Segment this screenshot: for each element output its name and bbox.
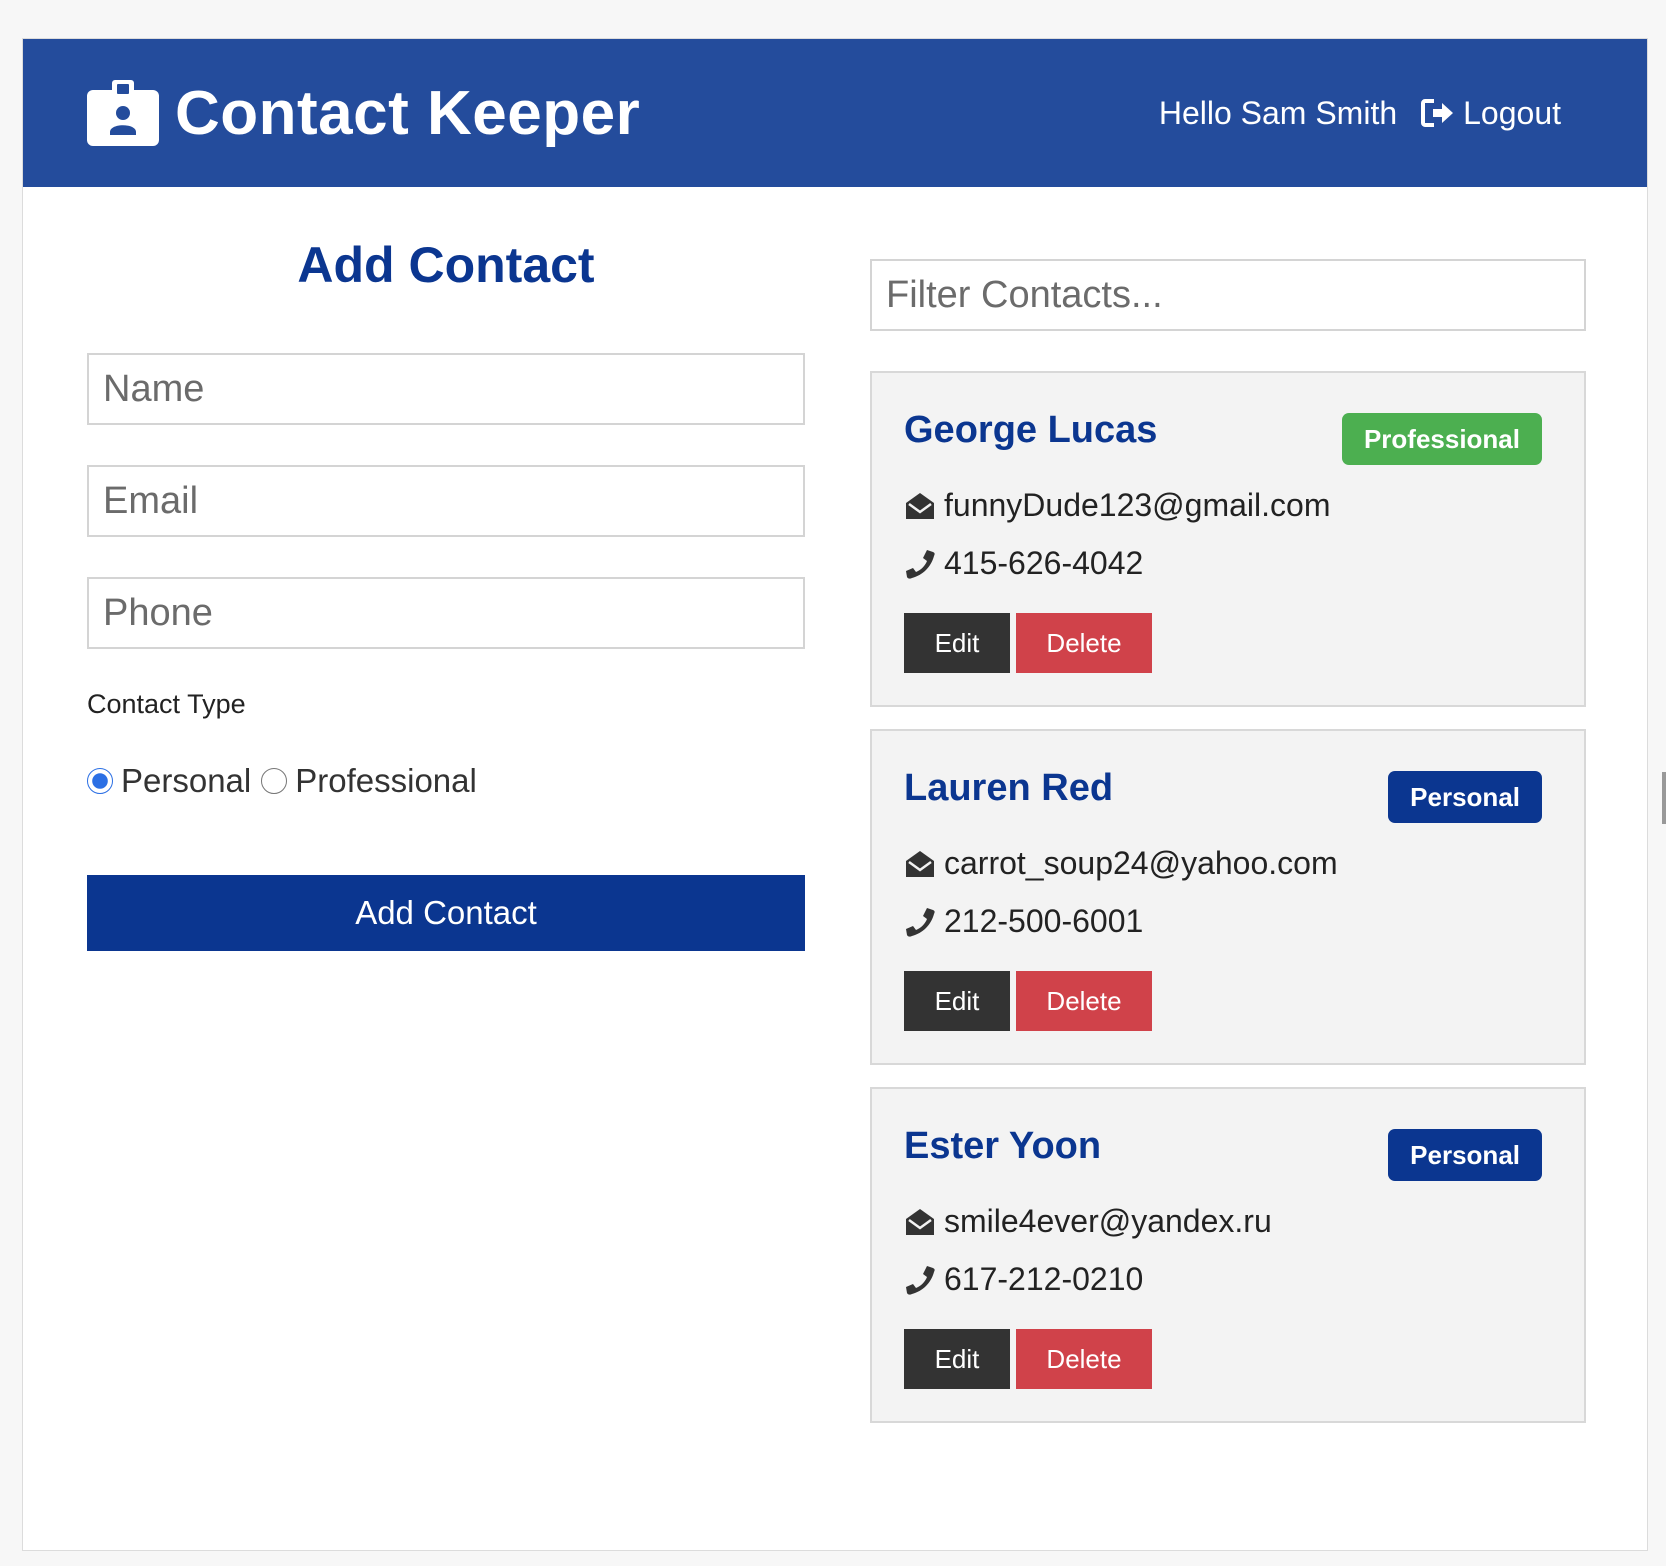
logout-label: Logout xyxy=(1463,94,1561,131)
name-input[interactable] xyxy=(87,353,805,425)
contact-card: Ester Yoon Personal smile4ever@yandex.ru… xyxy=(870,1087,1586,1423)
form-title: Add Contact xyxy=(297,237,595,293)
radio-personal[interactable] xyxy=(87,768,113,794)
edit-button[interactable]: Edit xyxy=(904,1329,1010,1389)
contact-email: funnyDude123@gmail.com xyxy=(944,487,1331,523)
contact-email-line: smile4ever@yandex.ru xyxy=(904,1203,1272,1240)
contacts-column: George Lucas Professional funnyDude123@g… xyxy=(870,259,1586,1445)
contact-phone-line: 212-500-6001 xyxy=(904,903,1143,940)
contact-name: Lauren Red xyxy=(904,767,1114,809)
logout-link[interactable]: Logout xyxy=(1421,95,1561,132)
sign-out-icon xyxy=(1421,99,1454,127)
email-input[interactable] xyxy=(87,465,805,537)
filter-input[interactable] xyxy=(870,259,1586,331)
contact-email: smile4ever@yandex.ru xyxy=(944,1203,1272,1239)
nav-links: Hello Sam Smith Logout xyxy=(1159,91,1561,135)
card-actions: Edit Delete xyxy=(904,613,1152,673)
contact-type-badge: Personal xyxy=(1388,771,1542,823)
card-actions: Edit Delete xyxy=(904,1329,1152,1389)
scrollbar-thumb[interactable] xyxy=(1662,772,1666,824)
add-contact-button[interactable]: Add Contact xyxy=(87,875,805,951)
radio-personal-label[interactable]: Personal xyxy=(121,762,251,800)
phone-icon xyxy=(906,907,935,937)
contact-card: Lauren Red Personal carrot_soup24@yahoo.… xyxy=(870,729,1586,1065)
contact-type-radios: Personal Professional xyxy=(87,757,805,805)
contact-phone: 212-500-6001 xyxy=(944,903,1144,939)
user-greeting: Hello Sam Smith xyxy=(1158,94,1398,131)
edit-button[interactable]: Edit xyxy=(904,613,1010,673)
card-actions: Edit Delete xyxy=(904,971,1152,1031)
contact-phone-line: 415-626-4042 xyxy=(904,545,1143,582)
edit-button[interactable]: Edit xyxy=(904,971,1010,1031)
contact-email-line: carrot_soup24@yahoo.com xyxy=(904,845,1338,882)
envelope-open-icon xyxy=(906,1208,934,1235)
delete-button[interactable]: Delete xyxy=(1016,971,1152,1031)
contact-type-label: Contact Type xyxy=(87,689,246,719)
app-window: Contact Keeper Hello Sam Smith Logout Ad… xyxy=(22,38,1648,1551)
brand[interactable]: Contact Keeper xyxy=(87,75,640,151)
contact-name: Ester Yoon xyxy=(904,1125,1102,1167)
contact-phone: 415-626-4042 xyxy=(944,545,1144,581)
contact-card: George Lucas Professional funnyDude123@g… xyxy=(870,371,1586,707)
envelope-open-icon xyxy=(906,850,934,877)
contact-form: Add Contact Contact Type Personal Profes… xyxy=(87,229,805,951)
contact-phone: 617-212-0210 xyxy=(944,1261,1144,1297)
radio-professional-label[interactable]: Professional xyxy=(295,762,477,800)
delete-button[interactable]: Delete xyxy=(1016,1329,1152,1389)
radio-professional[interactable] xyxy=(261,768,288,794)
contact-email-line: funnyDude123@gmail.com xyxy=(904,487,1330,524)
id-badge-icon xyxy=(87,80,159,146)
contact-email: carrot_soup24@yahoo.com xyxy=(944,845,1338,881)
contact-name: George Lucas xyxy=(904,409,1158,451)
app-title: Contact Keeper xyxy=(175,78,641,148)
navbar: Contact Keeper Hello Sam Smith Logout xyxy=(23,39,1647,187)
contact-type-badge: Personal xyxy=(1388,1129,1542,1181)
phone-input[interactable] xyxy=(87,577,805,649)
phone-icon xyxy=(906,1265,935,1295)
contact-phone-line: 617-212-0210 xyxy=(904,1261,1143,1298)
contact-type-badge: Professional xyxy=(1341,413,1542,465)
delete-button[interactable]: Delete xyxy=(1016,613,1152,673)
phone-icon xyxy=(906,549,935,579)
envelope-open-icon xyxy=(906,492,934,519)
